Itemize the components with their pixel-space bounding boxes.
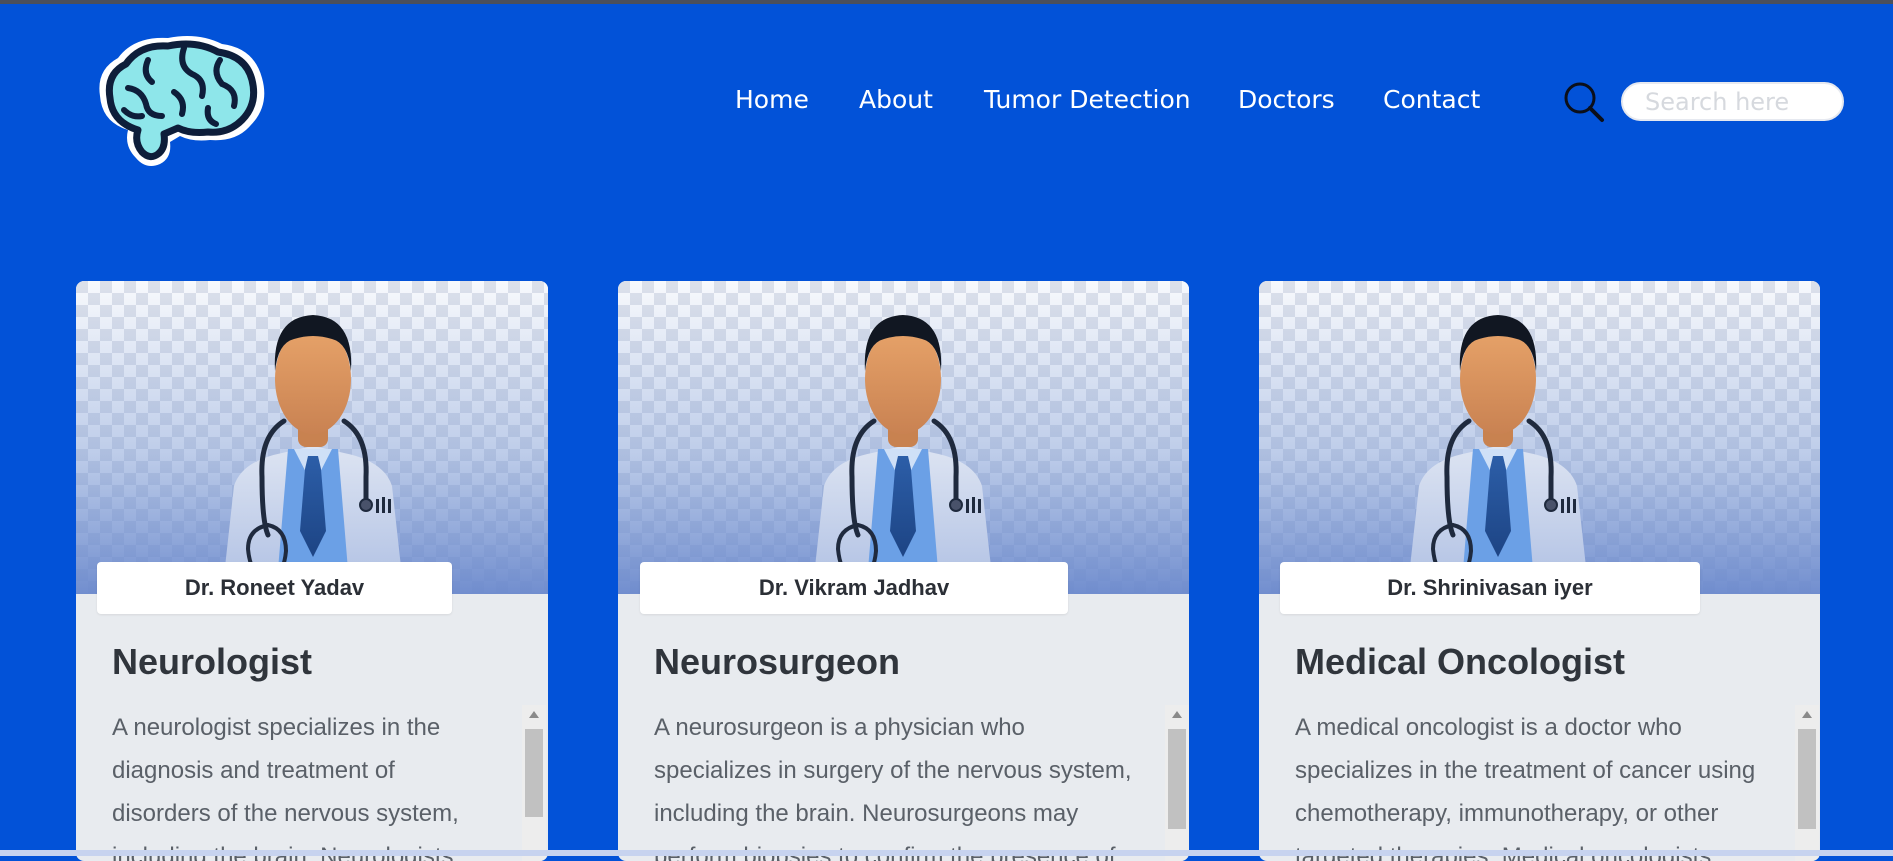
doctor-card-3: Dr. Shrinivasan iyer Medical Oncologist … bbox=[1259, 281, 1820, 861]
nav-home[interactable]: Home bbox=[735, 85, 809, 115]
description-line: targeted therapies. Medical oncologists bbox=[1295, 835, 1755, 861]
doctor-specialty: Neurologist bbox=[112, 641, 313, 682]
description-line: A neurologist specializes in the bbox=[112, 714, 441, 741]
doctor-specialty: Medical Oncologist bbox=[1295, 641, 1626, 682]
description-scrollbar[interactable] bbox=[522, 705, 546, 861]
description-line: specializes in the treatment of cancer u… bbox=[1295, 757, 1756, 784]
brain-icon bbox=[99, 36, 265, 166]
scrollbar-thumb[interactable] bbox=[1168, 729, 1186, 829]
doctor-name: Dr. Shrinivasan iyer bbox=[1280, 562, 1700, 614]
scrollbar-thumb[interactable] bbox=[525, 729, 543, 817]
search-input[interactable] bbox=[1621, 82, 1844, 121]
description-line: A neurosurgeon is a physician who bbox=[654, 714, 1025, 741]
nav-about[interactable]: About bbox=[859, 85, 933, 115]
doctor-photo bbox=[76, 281, 548, 594]
doctor-specialty: Neurosurgeon bbox=[654, 641, 901, 682]
description-line: diagnosis and treatment of bbox=[112, 757, 395, 784]
scrollbar-thumb[interactable] bbox=[1798, 729, 1816, 829]
doctor-description: A neurosurgeon is a physician who specia… bbox=[654, 706, 1132, 861]
site-logo[interactable] bbox=[88, 30, 270, 174]
doctor-name: Dr. Vikram Jadhav bbox=[640, 562, 1068, 614]
nav-contact[interactable]: Contact bbox=[1383, 85, 1480, 115]
doctor-name: Dr. Roneet Yadav bbox=[97, 562, 452, 614]
description-line: A medical oncologist is a doctor who bbox=[1295, 714, 1682, 741]
nav-tumor-detection[interactable]: Tumor Detection bbox=[984, 85, 1191, 115]
doctor-description: A medical oncologist is a doctor who spe… bbox=[1295, 706, 1755, 861]
description-line: including the brain. Neurologists bbox=[112, 835, 459, 861]
description-line: disorders of the nervous system, bbox=[112, 800, 459, 827]
nav-doctors[interactable]: Doctors bbox=[1238, 85, 1335, 115]
description-scrollbar[interactable] bbox=[1165, 705, 1189, 861]
doctor-card-2: Dr. Vikram Jadhav Neurosurgeon A neurosu… bbox=[618, 281, 1189, 861]
bottom-edge bbox=[0, 850, 1893, 856]
description-line: perform biopsies to confirm the presence… bbox=[654, 835, 1132, 861]
description-line: chemotherapy, immunotherapy, or other bbox=[1295, 800, 1719, 827]
top-border bbox=[0, 0, 1893, 4]
description-line: specializes in surgery of the nervous sy… bbox=[654, 757, 1132, 784]
doctor-card-1: Dr. Roneet Yadav Neurologist A neurologi… bbox=[76, 281, 548, 861]
search-icon bbox=[1564, 82, 1604, 122]
scroll-up-icon[interactable] bbox=[1172, 711, 1182, 718]
scroll-up-icon[interactable] bbox=[1802, 711, 1812, 718]
scroll-up-icon[interactable] bbox=[529, 711, 539, 718]
doctor-photo bbox=[1259, 281, 1820, 594]
search-button[interactable] bbox=[1562, 80, 1606, 124]
description-scrollbar[interactable] bbox=[1795, 705, 1819, 861]
doctor-description: A neurologist specializes in the diagnos… bbox=[112, 706, 459, 861]
doctor-photo bbox=[618, 281, 1189, 594]
description-line: including the brain. Neurosurgeons may bbox=[654, 800, 1079, 827]
